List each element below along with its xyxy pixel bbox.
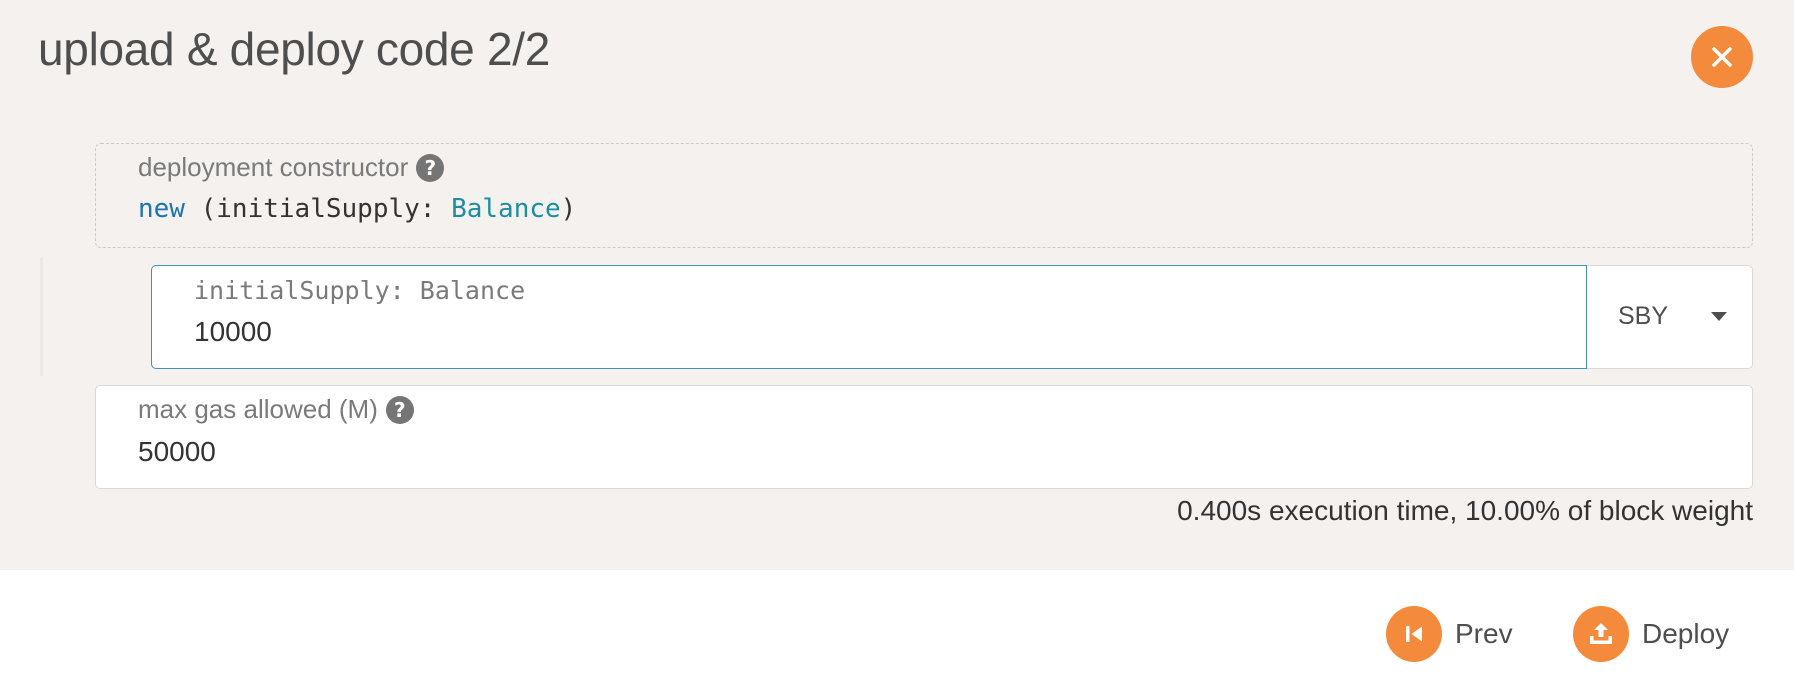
upload-icon: [1573, 606, 1629, 662]
max-gas-input[interactable]: max gas allowed (M) ? 50000: [95, 385, 1753, 489]
code-close-paren: ): [560, 194, 577, 224]
param-indent-line: [40, 258, 43, 376]
help-icon[interactable]: ?: [385, 395, 414, 424]
close-icon: [1712, 47, 1732, 67]
prev-button[interactable]: Prev: [1386, 606, 1513, 662]
code-keyword: new: [138, 194, 185, 224]
code-param-name: initialSupply:: [216, 194, 452, 224]
gas-value[interactable]: 50000: [138, 436, 216, 468]
help-icon[interactable]: ?: [416, 153, 445, 182]
code-param-type: Balance: [451, 194, 561, 224]
deploy-button[interactable]: Deploy: [1573, 606, 1729, 662]
deploy-label: Deploy: [1642, 618, 1730, 649]
close-button[interactable]: [1691, 26, 1753, 88]
code-open-paren: (: [184, 194, 217, 224]
execution-info: 0.400s execution time, 10.00% of block w…: [1177, 495, 1753, 526]
constructor-signature[interactable]: new (initialSupply: Balance): [138, 194, 576, 224]
initial-supply-input[interactable]: initialSupply: Balance 10000: [151, 265, 1587, 369]
gas-label-row: max gas allowed (M) ?: [138, 394, 414, 425]
prev-label: Prev: [1455, 618, 1513, 649]
chevron-down-icon: [1711, 312, 1727, 321]
constructor-label: deployment constructor: [138, 152, 409, 182]
constructor-label-row: deployment constructor ?: [138, 152, 445, 183]
modal-title: upload & deploy code 2/2: [38, 23, 550, 75]
unit-dropdown[interactable]: SBY: [1587, 265, 1753, 369]
initial-supply-value[interactable]: 10000: [194, 316, 272, 348]
gas-label: max gas allowed (M): [138, 394, 378, 424]
skip-back-icon: [1386, 606, 1442, 662]
deployment-constructor: deployment constructor ? new (initialSup…: [95, 143, 1753, 248]
unit-selected: SBY: [1618, 302, 1669, 330]
initial-supply-label: initialSupply: Balance: [194, 276, 526, 305]
modal-body: upload & deploy code 2/2 deployment cons…: [0, 0, 1794, 570]
